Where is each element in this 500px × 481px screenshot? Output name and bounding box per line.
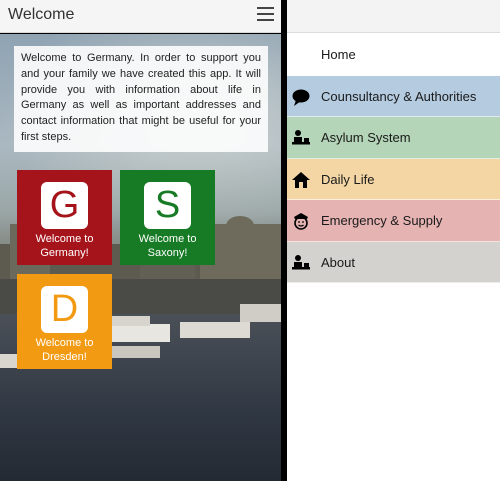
tile-welcome-dresden[interactable]: D Welcome to Dresden! <box>17 274 112 369</box>
intro-text: Welcome to Germany. In order to support … <box>14 46 268 152</box>
drawer-top-bar <box>287 0 500 33</box>
tile-label: Welcome to Dresden! <box>35 337 94 363</box>
welcome-screen: Welcome Welcome to Germany. In order to … <box>0 0 281 481</box>
desk-person-icon <box>291 128 311 148</box>
menu-item-home[interactable]: Home <box>287 34 500 76</box>
menu-item-label: Emergency & Supply <box>321 213 443 228</box>
tile-welcome-germany[interactable]: G Welcome to Germany! <box>17 170 112 265</box>
tile-label: Welcome to Saxony! <box>138 233 197 259</box>
letter-s-icon: S <box>144 182 191 229</box>
tile-welcome-saxony[interactable]: S Welcome to Saxony! <box>120 170 215 265</box>
navigation-drawer-screen: Home Counsultancy & Authorities Asylum S… <box>287 0 500 481</box>
tile-label: Welcome to Germany! <box>35 233 94 259</box>
speech-bubble-icon <box>291 87 311 107</box>
letter-d-icon: D <box>41 286 88 333</box>
menu-item-label: Counsultancy & Authorities <box>321 88 477 104</box>
desk-person-icon <box>291 253 311 273</box>
screenshot-root: Welcome Welcome to Germany. In order to … <box>0 0 500 481</box>
menu-item-label: Asylum System <box>321 130 411 145</box>
letter-g-icon: G <box>41 182 88 229</box>
menu-item-emergency-supply[interactable]: Emergency & Supply <box>287 200 500 242</box>
app-bar: Welcome <box>0 0 281 33</box>
menu-item-label: Daily Life <box>321 171 375 187</box>
app-title: Welcome <box>8 6 75 23</box>
menu-item-asylum-system[interactable]: Asylum System <box>287 117 500 159</box>
navigation-menu: Home Counsultancy & Authorities Asylum S… <box>287 34 500 283</box>
officer-icon <box>291 211 311 231</box>
menu-item-counsultancy-authorities[interactable]: Counsultancy & Authorities <box>287 75 500 117</box>
house-icon <box>291 170 311 190</box>
menu-item-label: About <box>321 254 355 270</box>
menu-item-label: Home <box>321 47 356 62</box>
hamburger-menu-icon[interactable] <box>257 7 274 21</box>
menu-item-daily-life[interactable]: Daily Life <box>287 158 500 200</box>
menu-item-about[interactable]: About <box>287 241 500 283</box>
